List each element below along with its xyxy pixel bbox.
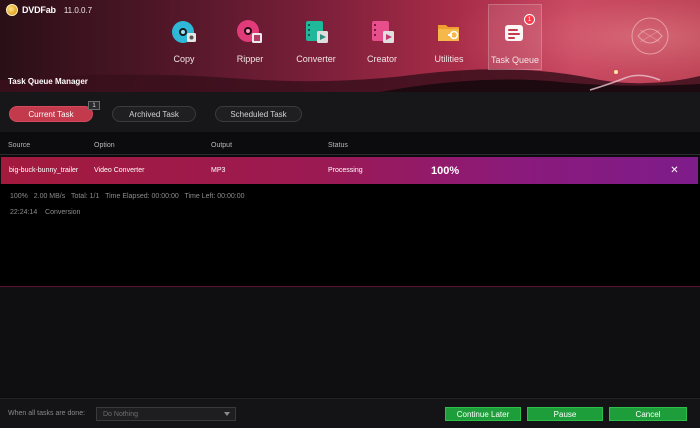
chevron-down-icon (224, 412, 230, 416)
remove-task-close-icon[interactable]: ✕ (669, 165, 680, 176)
when-done-select[interactable]: Do Nothing (96, 407, 236, 421)
task-queue-badge: 1 (524, 14, 535, 25)
nav-item-creator[interactable]: Creator (355, 4, 409, 70)
col-source: Source (8, 142, 31, 149)
col-option: Option (94, 142, 115, 149)
disc-copy-icon (172, 21, 196, 43)
header-divider (0, 154, 700, 155)
table-row[interactable]: big-buck-bunny_trailer Video Converter M… (1, 157, 698, 184)
film-converter-icon (306, 21, 328, 43)
when-done-value: Do Nothing (103, 410, 139, 418)
film-creator-icon (372, 21, 394, 43)
row-output: MP3 (211, 167, 226, 174)
nav-item-copy[interactable]: Copy (157, 4, 211, 70)
when-done-label: When all tasks are done: (8, 410, 86, 417)
footer-bar: When all tasks are done: Do Nothing Cont… (0, 398, 700, 428)
nav-label-task-queue: Task Queue (490, 55, 540, 65)
disc-ripper-icon (237, 20, 262, 43)
main-nav: Copy Ripper Converter Creator Utilities … (0, 0, 700, 92)
nav-item-task-queue[interactable]: 1 Task Queue (488, 4, 542, 70)
page-title: Task Queue Manager (8, 77, 88, 86)
nav-item-utilities[interactable]: Utilities (422, 4, 476, 70)
tab-current-task[interactable]: Current Task (9, 106, 93, 122)
folder-utilities-icon (438, 25, 459, 41)
row-source: big-buck-bunny_trailer (9, 167, 79, 174)
pause-button[interactable]: Pause (527, 407, 603, 421)
table-header: Source Option Output Status (0, 138, 700, 154)
row-option: Video Converter (94, 167, 145, 174)
task-list-empty-area (0, 287, 700, 397)
nav-label-ripper: Ripper (236, 54, 264, 64)
current-task-count-badge: 1 (88, 101, 100, 110)
nav-label-copy: Copy (173, 54, 195, 64)
continue-later-button[interactable]: Continue Later (445, 407, 521, 421)
nav-label-converter: Converter (296, 54, 336, 64)
col-status: Status (328, 142, 348, 149)
tab-archived-task[interactable]: Archived Task (112, 106, 196, 122)
task-tabs-bar: Current Task 1 Archived Task Scheduled T… (0, 92, 700, 132)
row-status: Processing (328, 167, 363, 174)
log-entry: 22:24:14 Conversion (10, 209, 81, 216)
progress-details: 100% 2.00 MB/s Total: 1/1 Time Elapsed: … (10, 193, 245, 200)
app-header: DVDFab 11.0.0.7 Copy Ripper Converter Cr… (0, 0, 700, 92)
task-queue-icon-wrap: 1 (501, 14, 535, 47)
row-progress: 100% (431, 165, 460, 177)
nav-item-ripper[interactable]: Ripper (223, 4, 277, 70)
tab-scheduled-task[interactable]: Scheduled Task (215, 106, 302, 122)
task-detail-log: 100% 2.00 MB/s Total: 1/1 Time Elapsed: … (0, 184, 700, 286)
nav-label-creator: Creator (366, 54, 397, 64)
cancel-button[interactable]: Cancel (609, 407, 687, 421)
col-output: Output (211, 142, 233, 149)
nav-item-converter[interactable]: Converter (289, 4, 343, 70)
nav-label-utilities: Utilities (434, 54, 464, 64)
